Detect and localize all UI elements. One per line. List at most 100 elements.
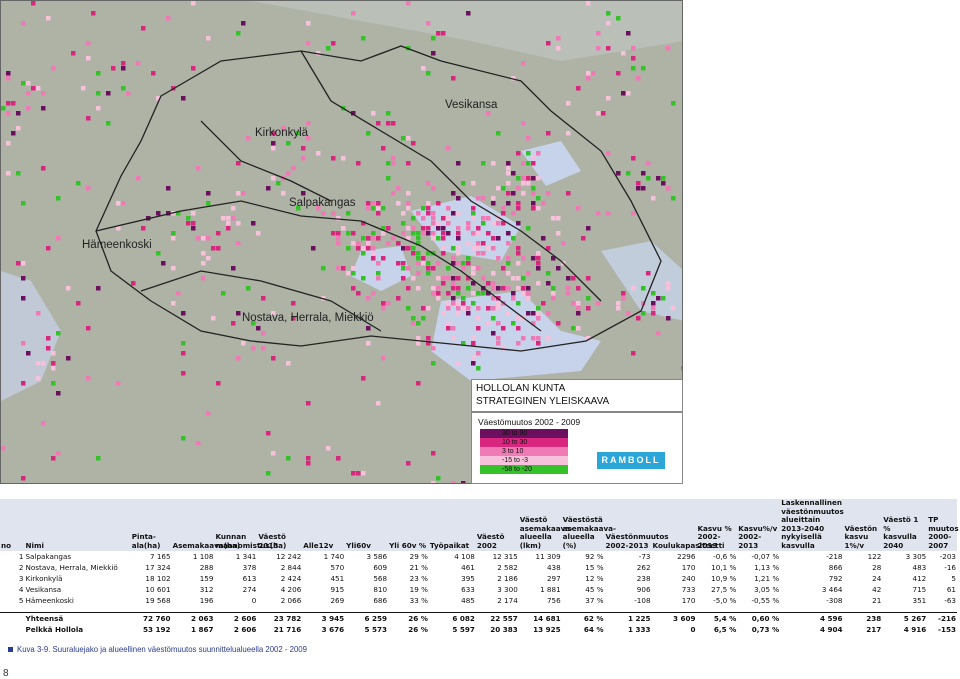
table-cell: 2 582: [497, 562, 518, 572]
legend-label: 30 to 90: [502, 430, 528, 437]
map-grid-cell: [441, 231, 446, 236]
map-grid-cell: [471, 231, 476, 236]
map-grid-cell: [66, 286, 71, 291]
map-grid-cell: [331, 231, 336, 236]
map-grid-cell: [446, 326, 451, 331]
map-grid-cell: [171, 301, 176, 306]
table-cell: 2 424: [280, 573, 302, 583]
map-grid-cell: [56, 391, 61, 396]
map-grid-cell: [561, 241, 566, 246]
map-grid-cell: [506, 201, 511, 206]
map-grid-cell: [11, 131, 16, 136]
map-grid-cell: [361, 471, 366, 476]
map-grid-cell: [236, 356, 241, 361]
map-grid-cell: [576, 306, 581, 311]
map-grid-cell: [281, 191, 286, 196]
table-cell: 2 186: [497, 573, 518, 583]
map-grid-cell: [466, 11, 471, 16]
map-grid-cell: [141, 26, 146, 31]
map-grid-cell: [206, 201, 211, 206]
map-grid-cell: [426, 261, 431, 266]
map-grid-cell: [476, 266, 481, 271]
map-grid-cell: [431, 186, 436, 191]
map-grid-cell: [531, 311, 536, 316]
map-grid-cell: [526, 271, 531, 276]
map-grid-cell: [406, 1, 411, 6]
map-grid-cell: [366, 131, 371, 136]
map-grid-cell: [546, 336, 551, 341]
map-grid-cell: [536, 266, 541, 271]
table-cell: 26 %: [388, 611, 429, 624]
table-header-cell: Väestö asemakaava-alueella (lkm): [518, 499, 573, 551]
map-grid-cell: [376, 206, 381, 211]
map-grid-cell: [521, 61, 526, 66]
map-grid-cell: [436, 221, 441, 226]
table-cell: 12 315: [492, 551, 518, 561]
map-grid-cell: [201, 236, 206, 241]
map-grid-cell: [596, 111, 601, 116]
map-grid-cell: [446, 266, 451, 271]
map-grid-cell: [381, 231, 386, 236]
map-grid-cell: [576, 206, 581, 211]
map-grid-cell: [431, 451, 436, 456]
map-grid-cell: [481, 251, 486, 256]
map-grid-cell: [491, 246, 496, 251]
map-grid-cell: [631, 156, 636, 161]
map-grid-cell: [91, 11, 96, 16]
map-grid-cell: [626, 311, 631, 316]
map-grid-cell: [431, 211, 436, 216]
table-cell: 269: [330, 595, 345, 605]
map-grid-cell: [486, 111, 491, 116]
map-grid-cell: [221, 216, 226, 221]
map-grid-cell: [446, 291, 451, 296]
map-grid-cell: [386, 111, 391, 116]
map-grid-cell: [471, 181, 476, 186]
map-grid-cell: [531, 176, 536, 181]
map-grid-cell: [56, 236, 61, 241]
map-grid-cell: [516, 251, 521, 256]
table-header-cell: Pinta-ala(ha): [130, 499, 172, 551]
map-grid-cell: [391, 161, 396, 166]
map-grid-cell: [191, 66, 196, 71]
map-grid-cell: [416, 231, 421, 236]
map-grid-cell: [266, 186, 271, 191]
table-cell: 2 063: [171, 611, 215, 624]
map-grid-cell: [501, 206, 506, 211]
table-header-cell: Kunnan maanomistus(ha): [214, 499, 286, 551]
map-grid-cell: [226, 216, 231, 221]
map-grid-cell: [471, 341, 476, 346]
map-grid-cell: [56, 196, 61, 201]
table-cell: 1 341: [235, 551, 257, 561]
map-grid-cell: [51, 456, 56, 461]
map-grid-cell: [376, 201, 381, 206]
map-grid-cell: [621, 296, 626, 301]
map-grid-cell: [306, 41, 311, 46]
table-cell: 12 %: [585, 573, 604, 583]
map-grid-cell: [331, 156, 336, 161]
map-grid-cell: [446, 276, 451, 281]
table-cell: 5: [18, 595, 24, 605]
table-cell: 28: [872, 562, 882, 572]
map-grid-cell: [16, 171, 21, 176]
map-grid-cell: [456, 161, 461, 166]
map-grid-cell: [556, 266, 561, 271]
map-grid-cell: [111, 66, 116, 71]
map-grid-cell: [456, 361, 461, 366]
map-grid-cell: [71, 51, 76, 56]
table-cell: 0,73 %: [751, 624, 780, 634]
map-grid-cell: [646, 271, 651, 276]
table-cell: 483: [912, 562, 927, 572]
table-cell: 1 333: [628, 624, 651, 634]
map-grid-cell: [576, 86, 581, 91]
map-grid-cell: [466, 241, 471, 246]
map-grid-cell: [416, 286, 421, 291]
map-grid-cell: [371, 251, 376, 256]
place-label-hameenkoski: Hämeenkoski: [82, 239, 152, 251]
map-grid-cell: [441, 281, 446, 286]
map-grid-cell: [501, 326, 506, 331]
table-cell: 23 782: [257, 611, 303, 624]
map-grid-cell: [526, 151, 531, 156]
map-grid-cell: [426, 211, 431, 216]
table-header-cell: TP muutos 2000-2007: [927, 499, 959, 551]
map-grid-cell: [341, 156, 346, 161]
